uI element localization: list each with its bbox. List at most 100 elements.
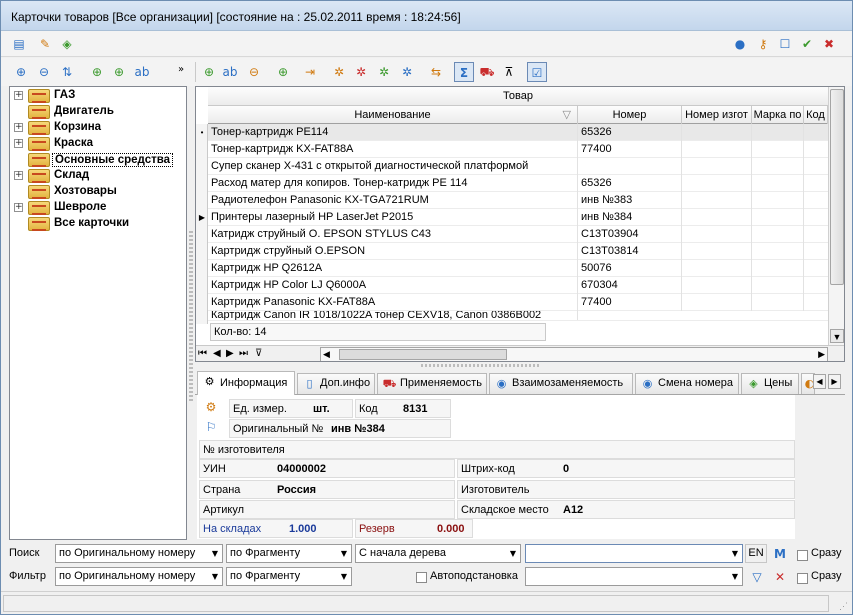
clear-filter-icon[interactable]: ✕ xyxy=(772,569,788,585)
expand-icon[interactable]: + xyxy=(14,91,23,100)
table-row[interactable]: Картридж Panasonic KX-FAT88A 77400 xyxy=(208,294,828,311)
table-row[interactable]: Принтеры лазерный HP LaserJet P2015 инв №… xyxy=(208,209,828,226)
expand-icon[interactable]: + xyxy=(14,139,23,148)
checklist-icon[interactable]: ☑ xyxy=(527,62,547,82)
help-icon[interactable]: ● xyxy=(732,36,748,52)
binoculars-icon[interactable]: M xyxy=(772,546,788,562)
tabs-scroll-right-icon[interactable]: ▶ xyxy=(828,374,841,389)
table-row[interactable]: Картридж HP Color LJ Q6000A 670304 xyxy=(208,277,828,294)
grid-edit-icon[interactable]: ab xyxy=(222,64,238,80)
filter-mode-select[interactable]: по Фрагменту xyxy=(226,567,352,586)
prev-record-icon[interactable]: ◀ xyxy=(213,347,221,361)
table-row[interactable]: Тонер-картридж PE114 65326 xyxy=(208,124,828,141)
column-header-brand[interactable]: Марка по xyxy=(752,106,804,124)
settings-blue-icon[interactable]: ✲ xyxy=(399,64,415,80)
filter-icon[interactable]: ⊽ xyxy=(255,347,262,361)
maximize-icon[interactable]: ☐ xyxy=(777,36,793,52)
clear-filter-icon[interactable]: ⊼ xyxy=(501,64,517,80)
filter-by-select[interactable]: по Оригинальному номеру xyxy=(55,567,223,586)
filter-at-once-checkbox[interactable] xyxy=(797,573,808,584)
grid-horizontal-scrollbar[interactable]: ◀ ▶ xyxy=(320,347,828,361)
settings-green-icon[interactable]: ✲ xyxy=(376,64,392,80)
tree-item[interactable]: + Склад xyxy=(10,168,186,184)
column-header-mfr-number[interactable]: Номер изгот xyxy=(682,106,752,124)
move-icon[interactable]: ⇥ xyxy=(302,64,318,80)
zoom-out-icon[interactable]: ⊖ xyxy=(36,64,52,80)
table-row[interactable]: Катридж струйный O. EPSON STYLUS C43 C13T… xyxy=(208,226,828,243)
products-grid[interactable]: Товар Наименование ▽ Номер Номер изгот Ма… xyxy=(195,86,845,362)
tree-item[interactable]: + Корзина xyxy=(10,120,186,136)
scrollbar-thumb[interactable] xyxy=(339,349,507,360)
add-icon[interactable]: ⊕ xyxy=(89,64,105,80)
table-row[interactable]: Супер сканер X-431 с открытой диагностич… xyxy=(208,158,828,175)
more-icon[interactable]: » xyxy=(173,62,189,78)
tabs-scroll-left-icon[interactable]: ◀ xyxy=(813,374,826,389)
scroll-right-icon[interactable]: ▶ xyxy=(818,348,825,361)
tree-item-selected[interactable]: Основные средства xyxy=(10,152,186,168)
horizontal-splitter[interactable] xyxy=(421,364,541,367)
grid-vertical-scrollbar[interactable]: ▼ xyxy=(828,87,844,345)
table-row[interactable]: Картридж струйный O.EPSON C13T03814 xyxy=(208,243,828,260)
search-by-select[interactable]: по Оригинальному номеру xyxy=(55,544,223,563)
group-icon[interactable]: ⇆ xyxy=(428,64,444,80)
resize-grip-icon[interactable]: ⋰ xyxy=(839,601,848,612)
scroll-down-icon[interactable]: ▼ xyxy=(830,329,844,343)
filter-input[interactable] xyxy=(525,567,743,586)
rename-icon[interactable]: ab xyxy=(134,64,150,80)
tab-extra-info[interactable]: ▯ Доп.инфо xyxy=(297,373,375,394)
column-header-number[interactable]: Номер xyxy=(578,106,682,124)
vertical-splitter[interactable] xyxy=(189,231,193,401)
tab-number-change[interactable]: ◉ Смена номера xyxy=(635,373,739,394)
tree-item[interactable]: Двигатель xyxy=(10,104,186,120)
language-indicator[interactable]: EN xyxy=(745,544,767,563)
tree-item[interactable]: + Краска xyxy=(10,136,186,152)
tree-item[interactable]: + Шевроле xyxy=(10,200,186,216)
add-copy-icon[interactable]: ⊕ xyxy=(111,64,127,80)
table-row[interactable]: Картридж Canon IR 1018/1022A тонер CEXV1… xyxy=(208,311,828,321)
tab-prices[interactable]: ◈ Цены xyxy=(741,373,799,394)
column-header-code[interactable]: Код xyxy=(804,106,828,124)
key-icon[interactable]: ⚷ xyxy=(755,36,771,52)
last-record-icon[interactable]: ⏭ xyxy=(239,347,248,361)
truck-icon[interactable]: ⛟ xyxy=(479,64,495,80)
sum-icon[interactable]: Σ xyxy=(454,62,474,82)
ok-icon[interactable]: ✔ xyxy=(799,36,815,52)
first-record-icon[interactable]: ⏮ xyxy=(198,347,207,361)
report-icon[interactable]: ▤ xyxy=(11,36,27,52)
filter-icon[interactable]: ▽ xyxy=(749,569,765,585)
scrollbar-thumb[interactable] xyxy=(830,89,844,285)
close-icon[interactable]: ✖ xyxy=(821,36,837,52)
table-row[interactable]: Радиотелефон Panasonic KX-TGA721RUM инв №… xyxy=(208,192,828,209)
tree-item[interactable]: Хозтовары xyxy=(10,184,186,200)
settings-icon[interactable]: ✲ xyxy=(331,64,347,80)
expand-icon[interactable]: + xyxy=(14,171,23,180)
search-at-once-checkbox[interactable] xyxy=(797,550,808,561)
tab-interchangeability[interactable]: ◉ Взаимозаменяемость xyxy=(489,373,633,394)
search-scope-select[interactable]: С начала дерева xyxy=(355,544,521,563)
settings-remove-icon[interactable]: ✲ xyxy=(353,64,369,80)
table-row[interactable]: Картридж HP Q2612A 50076 xyxy=(208,260,828,277)
filter-icon[interactable]: ▽ xyxy=(563,106,571,124)
tab-info[interactable]: ⚙ Информация xyxy=(197,371,295,395)
tree-item[interactable]: Все карточки xyxy=(10,216,186,232)
column-header-name[interactable]: Наименование ▽ xyxy=(208,106,578,124)
sort-az-icon[interactable]: ⇅ xyxy=(59,64,75,80)
tag-icon[interactable]: ◈ xyxy=(59,36,75,52)
tree-item[interactable]: + ГАЗ xyxy=(10,88,186,104)
scroll-left-icon[interactable]: ◀ xyxy=(323,348,330,361)
category-tree[interactable]: + ГАЗ Двигатель + Корзина + Краска Основ… xyxy=(9,86,187,540)
expand-icon[interactable]: + xyxy=(14,123,23,132)
table-row[interactable]: Тонер-картридж KX-FAT88A 77400 xyxy=(208,141,828,158)
table-row[interactable]: Расход матер для копиров. Тонер-катридж … xyxy=(208,175,828,192)
search-mode-select[interactable]: по Фрагменту xyxy=(226,544,352,563)
grid-delete-icon[interactable]: ⊖ xyxy=(246,64,262,80)
edit-icon[interactable]: ✎ xyxy=(37,36,53,52)
search-input[interactable] xyxy=(525,544,743,563)
tab-applicability[interactable]: ⛟ Применяемость xyxy=(377,373,487,394)
zoom-in-icon[interactable]: ⊕ xyxy=(13,64,29,80)
grid-add-copy-icon[interactable]: ⊕ xyxy=(275,64,291,80)
grid-add-icon[interactable]: ⊕ xyxy=(201,64,217,80)
next-record-icon[interactable]: ▶ xyxy=(226,347,234,361)
expand-icon[interactable]: + xyxy=(14,203,23,212)
autocomplete-checkbox[interactable] xyxy=(416,572,427,583)
